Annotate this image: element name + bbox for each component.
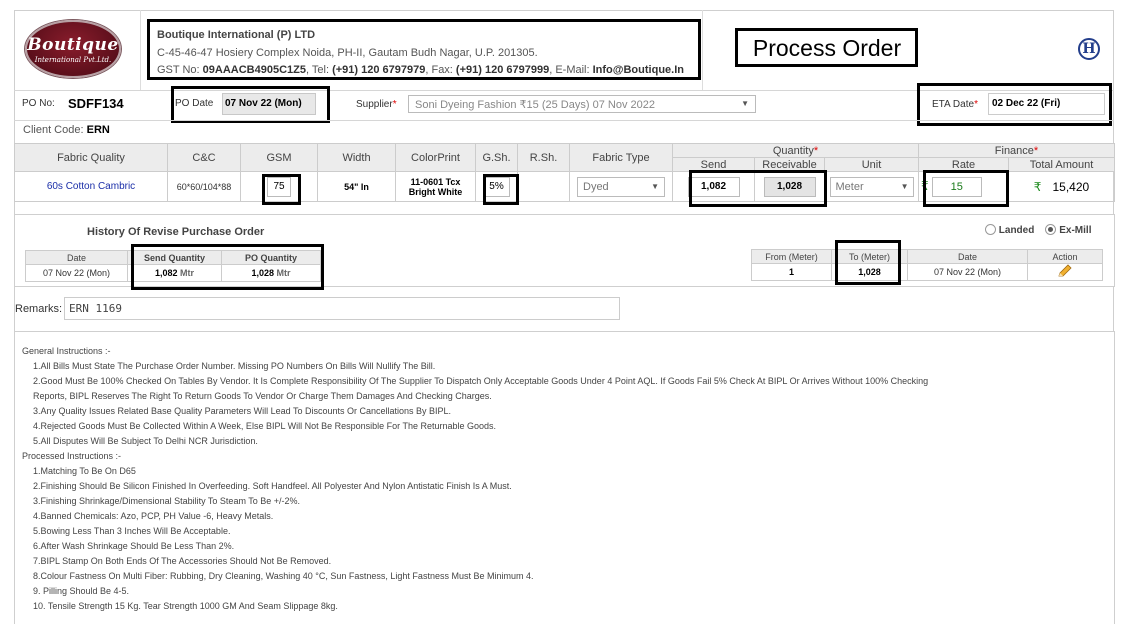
list-item: 8.Colour Fastness On Multi Fiber: Rubbin…	[33, 571, 534, 581]
po-date-highlight-box	[171, 86, 330, 123]
col-finance: Finance*	[918, 143, 1115, 158]
range-col-date: Date	[907, 249, 1028, 264]
price-basis-radios: Landed Ex-Mill	[985, 224, 1091, 236]
company-logo: Boutique International Pvt.Ltd.	[25, 20, 121, 78]
h-logo-icon[interactable]: H	[1078, 38, 1100, 60]
po-number: SDFF134	[68, 96, 124, 111]
processed-instructions-title: Processed Instructions :-	[22, 451, 122, 461]
rate-highlight-box	[923, 170, 1009, 207]
list-item: 4.Rejected Goods Must Be Collected Withi…	[33, 421, 497, 431]
dropdown-arrow-icon: ▼	[900, 181, 909, 191]
col-width: Width	[317, 143, 396, 172]
list-item: 9. Pilling Should Be 4-5.	[33, 586, 130, 596]
company-highlight-box	[147, 19, 701, 80]
po-row-separator	[14, 120, 1114, 121]
range-from: 1	[751, 263, 832, 281]
col-quantity: Quantity*	[672, 143, 919, 158]
list-item: Reports, BIPL Reserves The Right To Retu…	[33, 391, 492, 401]
col-total-amount: Total Amount	[1008, 157, 1115, 172]
quantity-highlight-box	[689, 170, 827, 207]
list-item: 7.BIPL Stamp On Both Ends Of The Accesso…	[33, 556, 332, 566]
total-amount-cell: ₹ 15,420	[1008, 171, 1115, 202]
gsh-highlight-box	[483, 174, 519, 205]
list-item: 5.Bowing Less Than 3 Inches Will Be Acce…	[33, 526, 231, 536]
col-fabric-quality: Fabric Quality	[14, 143, 168, 172]
fabric-type-cell: Dyed ▼	[569, 171, 673, 202]
col-fabric-type: Fabric Type	[569, 143, 673, 172]
supplier-select[interactable]: Soni Dyeing Fashion ₹15 (25 Days) 07 Nov…	[408, 95, 756, 113]
range-col-from: From (Meter)	[751, 249, 832, 264]
client-code: Client Code: ERN	[23, 124, 110, 136]
rsh-cell[interactable]	[517, 171, 570, 202]
col-rsh: R.Sh.	[517, 143, 570, 172]
instructions: General Instructions :- 1.All Bills Must…	[22, 344, 928, 614]
list-item: 3.Any Quality Issues Related Base Qualit…	[33, 406, 452, 416]
list-item: 5.All Disputes Will Be Subject To Delhi …	[33, 436, 258, 446]
list-item: 2.Finishing Should Be Silicon Finished I…	[33, 481, 512, 491]
history-col-date: Date	[25, 250, 128, 265]
fabric-quality-link[interactable]: 60s Cotton Cambric	[14, 171, 168, 202]
range-table: From (Meter) To (Meter) Date Action 1 1,…	[751, 249, 1103, 281]
table-row: 1 1,028 07 Nov 22 (Mon)	[751, 263, 1103, 281]
landed-radio[interactable]	[985, 224, 996, 235]
list-item: 2.Good Must Be 100% Checked On Tables By…	[33, 376, 929, 386]
gsm-highlight-box	[262, 174, 301, 205]
total-amount-value: 15,420	[1052, 179, 1090, 194]
fabric-type-select[interactable]: Dyed ▼	[577, 176, 665, 197]
range-date: 07 Nov 22 (Mon)	[907, 263, 1028, 281]
rupee-icon: ₹	[1033, 179, 1042, 194]
list-item: 1.Matching To Be On D65	[33, 466, 136, 476]
action-cell	[1027, 263, 1103, 281]
colorprint-value: 11-0601 Tcx Bright White	[395, 171, 476, 202]
width-value: 54" In	[317, 171, 396, 202]
header-divider	[140, 10, 141, 90]
col-unit: Unit	[824, 157, 919, 172]
exmill-radio[interactable]	[1045, 224, 1057, 235]
list-item: 6.After Wash Shrinkage Should Be Less Th…	[33, 541, 235, 551]
range-col-action: Action	[1027, 249, 1103, 264]
history-date: 07 Nov 22 (Mon)	[25, 264, 128, 282]
unit-cell: Meter ▼	[824, 171, 919, 202]
col-cc: C&C	[167, 143, 241, 172]
history-title: History Of Revise Purchase Order	[87, 226, 265, 238]
list-item: 4.Banned Chemicals: Azo, PCP, PH Value -…	[33, 511, 274, 521]
to-meter-highlight-box	[835, 240, 901, 285]
col-gsm: GSM	[240, 143, 318, 172]
list-item: 1.All Bills Must State The Purchase Orde…	[33, 361, 436, 371]
dropdown-arrow-icon: ▼	[741, 99, 749, 108]
history-qty-highlight-box	[131, 244, 324, 290]
col-colorprint: ColorPrint	[395, 143, 476, 172]
unit-select[interactable]: Meter ▼	[829, 176, 914, 197]
cc-value: 60*60/104*88	[167, 171, 241, 202]
po-no-label: PO No:	[22, 98, 55, 109]
col-gsh: G.Sh.	[475, 143, 518, 172]
supplier-value: Soni Dyeing Fashion ₹15 (25 Days) 07 Nov…	[415, 99, 655, 111]
edit-pencil-icon[interactable]	[1057, 264, 1073, 278]
list-item: 3.Finishing Shrinkage/Dimensional Stabil…	[33, 496, 301, 506]
list-item: 10. Tensile Strength 15 Kg. Tear Strengt…	[33, 601, 338, 611]
remarks-input[interactable]: ERN 1169	[64, 297, 620, 320]
supplier-label: Supplier*	[356, 99, 397, 110]
general-instructions-title: General Instructions :-	[22, 346, 111, 356]
title-highlight-box	[735, 28, 918, 67]
dropdown-arrow-icon: ▼	[651, 181, 659, 191]
header-divider-2	[702, 10, 703, 90]
remarks-label: Remarks:	[15, 303, 63, 315]
